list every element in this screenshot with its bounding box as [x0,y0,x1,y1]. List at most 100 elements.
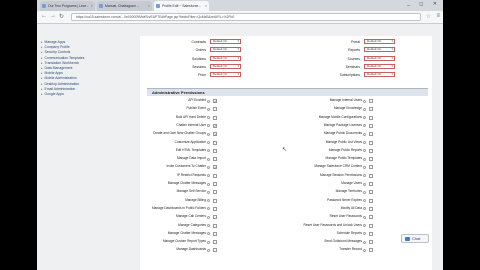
permission-checkbox[interactable] [213,107,217,112]
menu-icon[interactable]: ≡ [436,13,440,19]
permission-checkbox[interactable] [369,132,373,137]
permission-checkbox[interactable] [369,140,373,145]
info-icon[interactable] [207,116,210,120]
close-icon[interactable]: × [205,1,207,11]
permission-checkbox[interactable] [213,182,217,186]
info-icon[interactable] [207,240,210,244]
info-icon[interactable] [207,99,210,103]
permission-checkbox[interactable] [369,107,373,112]
permission-checkbox[interactable] [213,206,217,211]
permission-checkbox[interactable] [369,240,373,245]
permission-checkbox[interactable] [213,99,217,104]
permission-checkbox[interactable] [213,215,217,220]
permission-checkbox[interactable] [213,148,217,153]
info-icon[interactable] [207,107,210,111]
address-bar[interactable]: https://na15.salesforce.com/a/...0e00000… [71,13,421,21]
info-icon[interactable] [363,182,366,186]
permission-checkbox[interactable] [213,231,217,236]
permission-checkbox[interactable] [369,173,373,178]
permission-checkbox[interactable] [369,123,373,128]
close-icon[interactable]: × [148,1,150,11]
info-icon[interactable] [207,207,210,211]
permission-checkbox[interactable] [213,123,217,128]
visibility-select[interactable]: Default On [210,72,241,77]
info-icon[interactable] [363,107,366,111]
info-icon[interactable] [207,199,210,203]
info-icon[interactable] [363,116,366,120]
info-icon[interactable] [363,124,366,128]
visibility-select[interactable]: Default On [364,64,395,69]
browser-tab-active[interactable]: Profile Edit ~ Salesforce... × [154,1,209,11]
info-icon[interactable] [207,190,210,194]
info-icon[interactable] [363,157,366,161]
info-icon[interactable] [207,248,210,252]
info-icon[interactable] [363,99,366,103]
info-icon[interactable] [207,149,210,153]
permission-checkbox[interactable] [369,248,373,253]
info-icon[interactable] [363,149,366,153]
info-icon[interactable] [207,141,210,144]
permission-checkbox[interactable] [213,173,217,178]
visibility-select[interactable]: Default On [210,64,241,69]
permission-checkbox[interactable] [213,157,217,162]
back-icon[interactable]: ← [41,13,47,19]
info-icon[interactable] [207,232,210,236]
visibility-select[interactable]: Default On [364,56,395,61]
bookmark-star-icon[interactable]: ☆ [426,13,431,20]
info-icon[interactable] [207,215,210,219]
permission-checkbox[interactable] [369,231,373,236]
info-icon[interactable] [363,215,366,219]
info-icon[interactable] [363,224,366,227]
permission-checkbox[interactable] [369,198,373,203]
permission-checkbox[interactable] [369,99,373,103]
permission-checkbox[interactable] [369,215,373,220]
permission-checkbox[interactable] [213,198,217,203]
info-icon[interactable] [363,248,366,252]
info-icon[interactable] [363,174,366,178]
visibility-select[interactable]: Default On [210,47,241,52]
visibility-select[interactable]: Default On [364,39,395,44]
permission-checkbox[interactable] [213,165,217,170]
info-icon[interactable] [207,157,210,161]
info-icon[interactable] [207,124,210,128]
permission-checkbox[interactable] [369,190,373,195]
permission-checkbox[interactable] [213,240,217,245]
info-icon[interactable] [363,199,366,203]
window-controls[interactable]: _ ◻ ✕ [407,1,441,7]
close-icon[interactable]: × [91,1,93,11]
permission-checkbox[interactable] [213,115,217,120]
visibility-select[interactable]: Default On [210,56,241,61]
info-icon[interactable] [207,132,210,136]
info-icon[interactable] [207,174,210,178]
info-icon[interactable] [363,207,366,211]
info-icon[interactable] [363,141,366,144]
visibility-select[interactable]: Default On [210,39,241,44]
info-icon[interactable] [363,232,366,236]
info-icon[interactable] [207,182,210,186]
forward-icon[interactable]: → [50,13,56,19]
reload-icon[interactable]: ↻ [59,13,64,20]
info-icon[interactable] [207,165,210,169]
sidebar-item[interactable]: Google Apps [41,92,121,97]
visibility-select[interactable]: Default On [364,72,395,77]
permission-checkbox[interactable] [369,157,373,162]
permission-checkbox[interactable] [213,140,217,145]
permission-checkbox[interactable] [369,115,373,120]
permission-checkbox[interactable] [213,132,217,137]
visibility-select[interactable]: Default On [364,47,395,52]
permission-checkbox[interactable] [369,223,373,228]
info-icon[interactable] [363,190,366,194]
permission-checkbox[interactable] [213,248,217,253]
browser-tab[interactable]: Our Two Programs | Lear... × [40,1,95,11]
info-icon[interactable] [207,224,210,227]
permission-checkbox[interactable] [369,182,373,186]
permission-checkbox[interactable] [369,165,373,170]
permission-checkbox[interactable] [213,223,217,228]
browser-tab[interactable]: Manual, Chattagram ... × [97,1,152,11]
info-icon[interactable] [363,132,366,136]
permission-checkbox[interactable] [369,148,373,153]
info-icon[interactable] [363,240,366,244]
permission-checkbox[interactable] [369,206,373,211]
info-icon[interactable] [363,165,366,169]
chat-button[interactable]: Chat [401,234,429,243]
